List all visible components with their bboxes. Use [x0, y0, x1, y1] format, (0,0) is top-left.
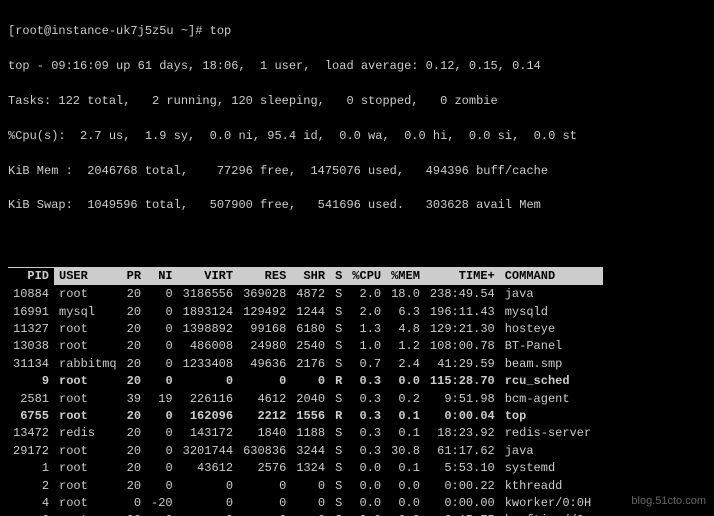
top-summary-2: Tasks: 122 total, 2 running, 120 sleepin…: [8, 93, 706, 110]
col-pr: PR: [122, 267, 146, 285]
table-row: 29172root20032017446308363244S0.330.861:…: [8, 443, 603, 460]
top-summary-3: %Cpu(s): 2.7 us, 1.9 sy, 0.0 ni, 95.4 id…: [8, 128, 706, 145]
col-cmd: COMMAND: [500, 267, 604, 285]
table-row: 6755root20016209622121556R0.30.10:00.04t…: [8, 408, 603, 425]
top-summary-4: KiB Mem : 2046768 total, 77296 free, 147…: [8, 163, 706, 180]
col-ni: NI: [146, 267, 178, 285]
terminal[interactable]: [root@instance-uk7j5z5u ~]# top top - 09…: [0, 0, 714, 516]
table-row: 11327root2001398892991686180S1.34.8129:2…: [8, 321, 603, 338]
table-row: 2root200000S0.00.00:00.22kthreadd: [8, 478, 603, 495]
top-summary-5: KiB Swap: 1049596 total, 507900 free, 54…: [8, 197, 706, 214]
col-cpu: %CPU: [347, 267, 386, 285]
table-row: 16991mysql20018931241294921244S2.06.3196…: [8, 304, 603, 321]
col-user: USER: [54, 267, 122, 285]
table-header: PID USER PR NI VIRT RES SHR S %CPU %MEM …: [8, 267, 603, 285]
table-row: 6root200000S0.00.06:15.75ksoftirqd/0: [8, 512, 603, 516]
watermark: blog.51cto.com: [631, 494, 706, 510]
table-row: 31134rabbitmq2001233408496362176S0.72.44…: [8, 356, 603, 373]
top-summary-1: top - 09:16:09 up 61 days, 18:06, 1 user…: [8, 58, 706, 75]
table-row: 13472redis20014317218401188S0.30.118:23.…: [8, 425, 603, 442]
col-s: S: [330, 267, 347, 285]
prompt-line: [root@instance-uk7j5z5u ~]# top: [8, 23, 706, 40]
table-row: 1root2004361225761324S0.00.15:53.10syste…: [8, 460, 603, 477]
col-shr: SHR: [291, 267, 330, 285]
table-row: 9root200000R0.30.0115:28.70rcu_sched: [8, 373, 603, 390]
col-virt: VIRT: [178, 267, 238, 285]
col-res: RES: [238, 267, 291, 285]
col-pid: PID: [8, 267, 54, 285]
col-mem: %MEM: [386, 267, 425, 285]
table-row: 10884root20031865563690284872S2.018.0238…: [8, 286, 603, 304]
table-row: 4root0-20000S0.00.00:00.00kworker/0:0H: [8, 495, 603, 512]
col-time: TIME+: [425, 267, 500, 285]
table-row: 13038root200486008249802540S1.01.2108:00…: [8, 338, 603, 355]
table-row: 2581root391922611646122040S0.30.29:51.98…: [8, 391, 603, 408]
process-table: PID USER PR NI VIRT RES SHR S %CPU %MEM …: [8, 267, 603, 516]
